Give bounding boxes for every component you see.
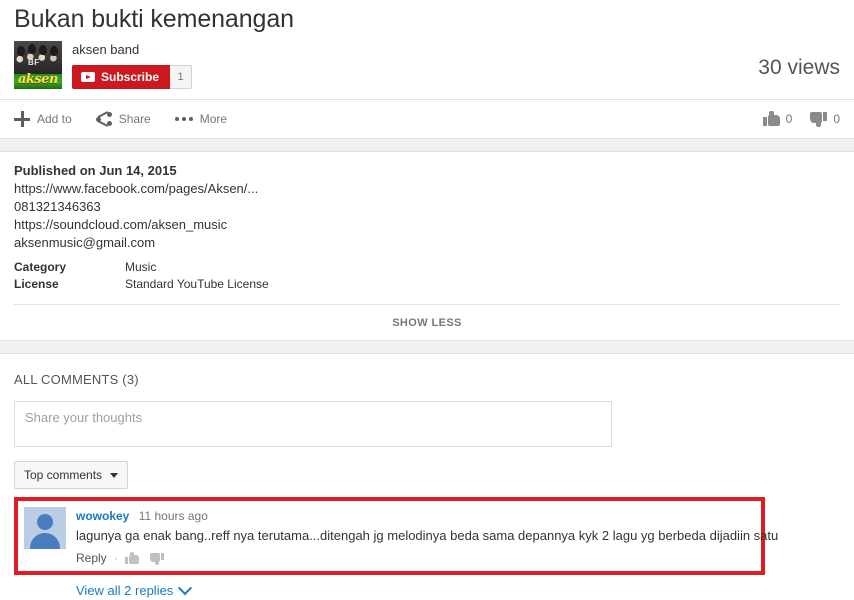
- publish-date: Published on Jun 14, 2015: [14, 163, 177, 178]
- view-replies-label: View all 2 replies: [76, 583, 174, 598]
- subscriber-count[interactable]: 1: [170, 65, 193, 89]
- comment-header: wowokey 11 hours ago: [76, 508, 778, 524]
- more-button[interactable]: More: [174, 105, 228, 133]
- share-label: Share: [118, 112, 151, 126]
- like-button[interactable]: 0: [762, 111, 793, 127]
- table-row: Category Music: [14, 259, 269, 276]
- comment-sort-label: Top comments: [24, 468, 103, 482]
- video-description: Published on Jun 14, 2015 https://www.fa…: [0, 152, 854, 293]
- comment-body: wowokey 11 hours ago lagunya ga enak ban…: [76, 507, 778, 567]
- list-item: wowokey 11 hours ago lagunya ga enak ban…: [24, 507, 778, 567]
- description-line: aksenmusic@gmail.com: [14, 235, 156, 250]
- title-block: Bukan bukti kemenangan: [0, 0, 854, 34]
- rating-group: 0 0: [745, 100, 840, 138]
- youtube-play-icon: [81, 72, 95, 82]
- description-line[interactable]: https://www.facebook.com/pages/Aksen/...: [14, 180, 840, 198]
- video-metadata-table: Category Music License Standard YouTube …: [14, 259, 269, 293]
- comments-heading: ALL COMMENTS (3): [14, 372, 139, 387]
- subscribe-label: Subscribe: [101, 70, 160, 84]
- comment-input[interactable]: Share your thoughts: [14, 401, 612, 447]
- subscribe-group: Subscribe 1: [72, 65, 193, 89]
- metadata-key: Category: [14, 260, 67, 274]
- like-count: 0: [785, 112, 793, 126]
- description-line: 081321346363: [14, 199, 101, 214]
- thumbs-up-icon: [762, 111, 780, 127]
- page-title: Bukan bukti kemenangan: [14, 5, 294, 33]
- thumbs-down-icon: [810, 111, 828, 127]
- share-button[interactable]: Share: [95, 105, 151, 133]
- ellipsis-icon: [174, 117, 193, 122]
- person-head-icon: [37, 514, 53, 530]
- chevron-down-icon: [110, 472, 119, 478]
- plus-icon: [14, 111, 30, 127]
- owner-info: aksen band Subscribe 1: [72, 41, 193, 89]
- subscribe-button[interactable]: Subscribe: [72, 65, 171, 89]
- channel-name[interactable]: aksen band: [72, 42, 192, 58]
- comment-sort-dropdown[interactable]: Top comments: [14, 461, 129, 489]
- comments-section: ALL COMMENTS (3) Share your thoughts Top…: [0, 354, 854, 600]
- thumbnail-word: aksen: [18, 72, 58, 87]
- comment-text: lagunya ga enak bang..reff nya terutama.…: [76, 528, 779, 543]
- chevron-down-icon: [178, 580, 193, 595]
- thumbnail-sub-text: BF: [28, 58, 40, 67]
- show-less-wrapper: SHOW LESS: [14, 304, 840, 340]
- comment-actions: Reply ·: [76, 549, 778, 567]
- share-icon: [95, 111, 112, 127]
- table-row: License Standard YouTube License: [14, 276, 269, 293]
- view-replies-button[interactable]: View all 2 replies: [76, 580, 193, 598]
- comment-author[interactable]: wowokey: [76, 509, 129, 523]
- avatar[interactable]: [24, 507, 66, 549]
- show-less-button[interactable]: SHOW LESS: [392, 317, 462, 329]
- person-body-icon: [30, 533, 60, 549]
- channel-owner-row: BF aksen aksen band Subscribe 1 30 views: [0, 34, 854, 89]
- comment-timestamp: 11 hours ago: [138, 509, 208, 523]
- add-to-button[interactable]: Add to: [14, 105, 72, 133]
- more-label: More: [199, 112, 228, 126]
- section-divider-band: [0, 340, 854, 354]
- metadata-key: License: [14, 277, 59, 291]
- video-action-bar: Add to Share More 0 0: [0, 99, 854, 138]
- dislike-count: 0: [833, 112, 840, 126]
- channel-avatar[interactable]: BF aksen: [14, 41, 62, 89]
- dislike-button[interactable]: 0: [810, 111, 840, 127]
- add-to-label: Add to: [37, 112, 72, 126]
- view-count: 30 views: [758, 56, 840, 79]
- youtube-watch-page: Bukan bukti kemenangan BF aksen aksen ba…: [0, 0, 854, 598]
- section-divider-band: [0, 138, 854, 152]
- description-line[interactable]: https://soundcloud.com/aksen_music: [14, 216, 840, 234]
- highlighted-comment: wowokey 11 hours ago lagunya ga enak ban…: [14, 497, 778, 575]
- metadata-value[interactable]: Music: [125, 259, 269, 276]
- metadata-value[interactable]: Standard YouTube License: [125, 276, 269, 293]
